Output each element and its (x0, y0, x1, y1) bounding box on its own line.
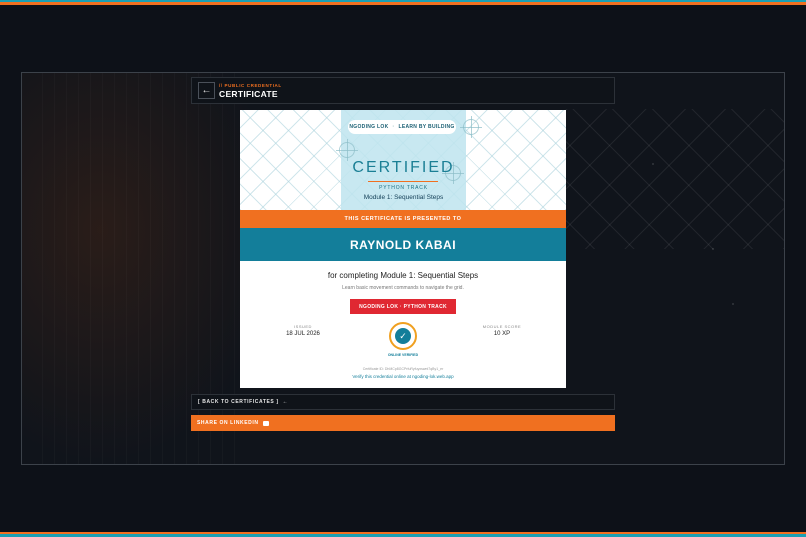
background-dot (732, 303, 734, 305)
page-title: CERTIFICATE (219, 89, 278, 99)
issued-label: ISSUED (294, 324, 312, 329)
brand-name: NGODING LOK (349, 124, 389, 130)
back-to-certificates-button[interactable]: [ BACK TO CERTIFICATES ] ← (191, 394, 615, 410)
back-to-certificates-label: [ BACK TO CERTIFICATES ] (198, 399, 279, 405)
crosshair-decoration (336, 139, 358, 161)
verify-link[interactable]: Verify this credential online at ngoding… (240, 374, 566, 379)
score-value: 10 XP (493, 331, 511, 337)
brand-pill: NGODING LOK · LEARN BY BUILDING (348, 120, 456, 134)
certified-heading: CERTIFIED (352, 159, 455, 176)
brand-tagline: LEARN BY BUILDING (398, 124, 455, 130)
presented-banner: THIS CERTIFICATE IS PRESENTED TO (240, 210, 566, 228)
back-button[interactable]: ← (198, 82, 215, 99)
share-linkedin-label: SHARE ON LINKEDIN (197, 420, 259, 426)
heading-divider (368, 181, 438, 182)
header-kicker: // PUBLIC CREDENTIAL (219, 83, 282, 88)
module-label: Module 1: Sequential Steps (363, 194, 444, 201)
issued-date: 18 JUL 2026 (286, 331, 320, 337)
verification-seal: ✓ (389, 322, 417, 350)
background-dot (712, 248, 714, 250)
recipient-name: RAYNOLD KABAI (240, 228, 566, 261)
completion-statement: for completing Module 1: Sequential Step… (327, 271, 479, 280)
background-grid-pattern (554, 109, 784, 249)
brand-separator: · (392, 124, 395, 130)
header-bar: ← // PUBLIC CREDENTIAL CERTIFICATE (191, 77, 615, 104)
track-badge: NGODING LOK · PYTHON TRACK (350, 299, 456, 314)
verified-check-icon: ✓ (395, 328, 411, 344)
module-description: Learn basic movement commands to navigat… (342, 285, 464, 291)
bottom-accent-stripe (0, 532, 806, 537)
arrow-left-icon: ← (201, 85, 212, 96)
background-dot (652, 163, 654, 165)
certificate-card: NGODING LOK · LEARN BY BUILDING CERTIFIE… (240, 110, 566, 388)
online-verified-label: ONLINE VERIFIED (387, 353, 419, 357)
score-label: MODULE SCORE (482, 324, 522, 329)
certificate-id: Certificate ID: DhMCp8GCPrfuRyfuyxswnt7q… (362, 367, 444, 371)
briefcase-icon (262, 420, 269, 426)
top-accent-stripe (0, 0, 806, 5)
share-linkedin-button[interactable]: SHARE ON LINKEDIN (191, 415, 615, 431)
arrow-left-icon: ← (282, 399, 289, 405)
track-label: PYTHON TRACK (379, 185, 428, 191)
crosshair-decoration (460, 116, 482, 138)
